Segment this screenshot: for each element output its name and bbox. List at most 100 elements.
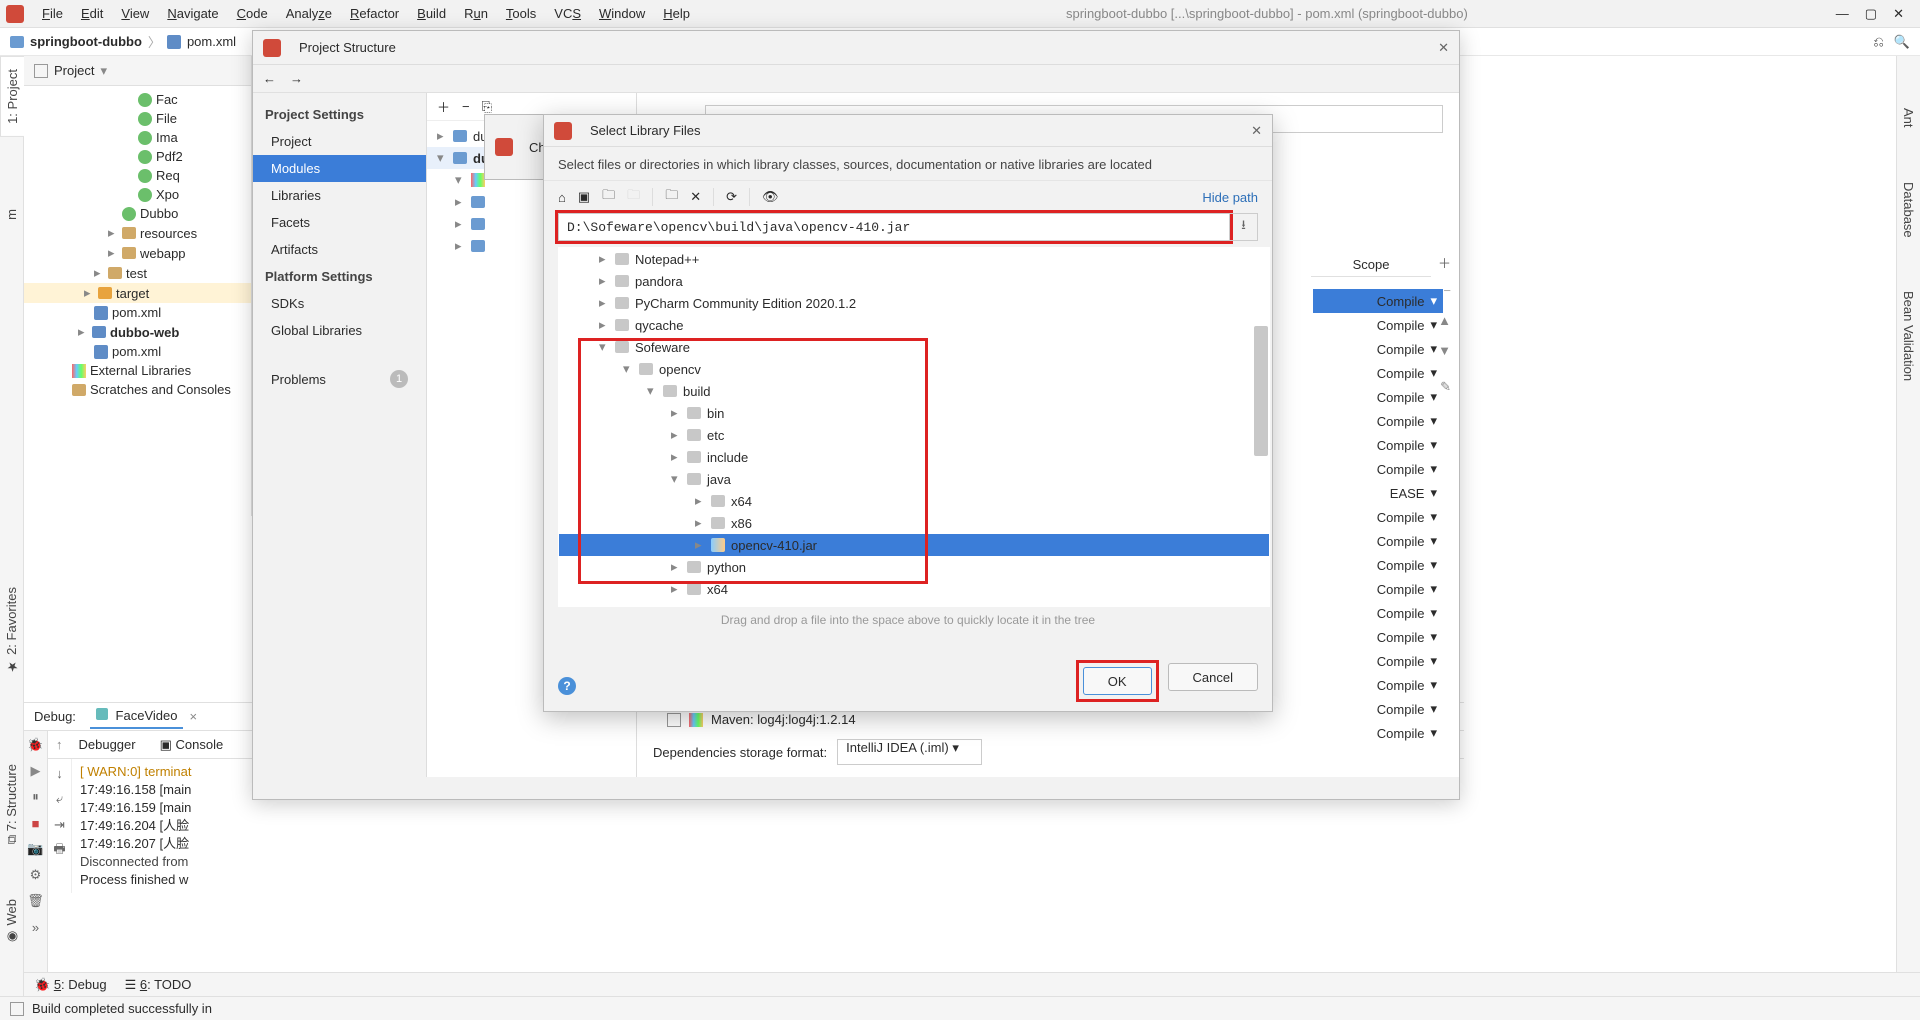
menu-refactor[interactable]: Refactor: [342, 3, 407, 24]
menu-tools[interactable]: Tools: [498, 3, 544, 24]
rail-bean[interactable]: Bean Validation: [1897, 279, 1920, 393]
scope-row[interactable]: Compile▾: [1313, 361, 1443, 385]
add-icon[interactable]: ＋: [437, 97, 450, 116]
more-icon[interactable]: »: [28, 919, 44, 935]
tree-item[interactable]: External Libraries: [24, 361, 251, 380]
tree-item[interactable]: File: [24, 109, 251, 128]
nav-modules[interactable]: Modules: [253, 155, 426, 182]
rail-ant[interactable]: Ant: [1897, 96, 1920, 140]
tree-item[interactable]: ▸webapp: [24, 243, 251, 263]
file-tree-item[interactable]: ▸qycache: [559, 314, 1269, 336]
nav-libraries[interactable]: Libraries: [253, 182, 426, 209]
delete-icon[interactable]: ✕: [690, 189, 701, 205]
file-tree-item[interactable]: ▸Notepad++: [559, 248, 1269, 270]
scope-row[interactable]: Compile▾: [1313, 313, 1443, 337]
forward-icon[interactable]: →: [290, 71, 303, 86]
path-input[interactable]: [558, 213, 1230, 241]
file-tree-item[interactable]: ▸python: [559, 556, 1269, 578]
menu-build[interactable]: Build: [409, 3, 454, 24]
nav-project[interactable]: Project: [253, 128, 426, 155]
camera-icon[interactable]: 📷: [28, 841, 44, 857]
scope-row[interactable]: Compile▾: [1313, 673, 1443, 697]
file-tree-item[interactable]: ▾opencv: [559, 358, 1269, 380]
menu-edit[interactable]: Edit: [73, 3, 111, 24]
tree-item[interactable]: ▸target: [24, 283, 251, 303]
tree-item[interactable]: Fac: [24, 90, 251, 109]
rail-maven[interactable]: m: [0, 197, 23, 232]
rail-project[interactable]: 1: Project: [0, 56, 25, 137]
scrollbar-thumb[interactable]: [1254, 326, 1268, 456]
close-icon[interactable]: ✕: [1251, 123, 1262, 139]
storage-select[interactable]: IntelliJ IDEA (.iml) ▾: [837, 739, 982, 765]
search-icon[interactable]: 🔍: [1894, 34, 1910, 50]
remove-dep-icon[interactable]: −: [1443, 283, 1451, 298]
play-icon[interactable]: ▶: [28, 763, 44, 779]
scope-row[interactable]: Compile▾: [1313, 553, 1443, 577]
file-tree-item[interactable]: ▸x64: [559, 490, 1269, 512]
scope-row[interactable]: Compile▾: [1313, 601, 1443, 625]
file-tree-item[interactable]: ▸x64: [559, 578, 1269, 600]
scope-row[interactable]: Compile▾: [1313, 697, 1443, 721]
nav-problems[interactable]: Problems 1: [253, 364, 426, 394]
download-icon[interactable]: ⭳: [1230, 213, 1258, 241]
tree-item[interactable]: ▸resources: [24, 223, 251, 243]
file-tree-item[interactable]: ▸opencv-410.jar: [559, 534, 1269, 556]
tree-item[interactable]: pom.xml: [24, 303, 251, 322]
scope-row[interactable]: Compile▾: [1313, 433, 1443, 457]
file-tree[interactable]: ▸Notepad++▸pandora▸PyCharm Community Edi…: [558, 247, 1270, 607]
tree-item[interactable]: Dubbo: [24, 204, 251, 223]
ok-button[interactable]: OK: [1083, 667, 1152, 695]
nav-global-libs[interactable]: Global Libraries: [253, 317, 426, 344]
tree-item[interactable]: ▸dubbo-web: [24, 322, 251, 342]
project-header[interactable]: Project: [54, 63, 94, 78]
help-icon[interactable]: ?: [558, 677, 576, 695]
show-hidden-icon[interactable]: 👁: [762, 189, 779, 205]
down-icon[interactable]: ↓: [52, 765, 68, 781]
scope-row[interactable]: Compile▾: [1313, 409, 1443, 433]
menu-window[interactable]: Window: [591, 3, 653, 24]
trash-icon[interactable]: 🗑: [28, 893, 44, 909]
scope-row[interactable]: Compile▾: [1313, 289, 1443, 313]
rail-structure[interactable]: ⧉ 7: Structure: [0, 752, 23, 856]
scope-row[interactable]: Compile▾: [1313, 337, 1443, 361]
tree-item[interactable]: Scratches and Consoles: [24, 380, 251, 399]
nav-facets[interactable]: Facets: [253, 209, 426, 236]
chevron-down-icon[interactable]: ▾: [100, 63, 107, 79]
scope-row[interactable]: EASE▾: [1313, 481, 1443, 505]
tree-item[interactable]: Xpo: [24, 185, 251, 204]
cancel-button[interactable]: Cancel: [1168, 663, 1258, 691]
refresh-icon[interactable]: ⟳: [726, 189, 737, 205]
pause-icon[interactable]: ⏸: [28, 789, 44, 805]
project-view-icon[interactable]: [34, 64, 48, 78]
hide-path-link[interactable]: Hide path: [1202, 190, 1258, 205]
back-icon[interactable]: ←: [263, 71, 276, 86]
bug-icon[interactable]: 🐞: [28, 737, 44, 753]
dep-checkbox[interactable]: [667, 713, 681, 727]
file-tree-item[interactable]: ▾java: [559, 468, 1269, 490]
nav-sdks[interactable]: SDKs: [253, 290, 426, 317]
remove-icon[interactable]: −: [462, 99, 470, 114]
up-icon[interactable]: ↑: [56, 737, 63, 752]
toolbar-icon[interactable]: ⎌: [1873, 34, 1883, 50]
debug-tab-facevideo[interactable]: FaceVideo: [90, 704, 184, 729]
scope-row[interactable]: Compile▾: [1313, 457, 1443, 481]
wrap-icon[interactable]: ⤶: [52, 791, 68, 807]
maximize-icon[interactable]: ▢: [1865, 6, 1877, 22]
nav-artifacts[interactable]: Artifacts: [253, 236, 426, 263]
menu-file[interactable]: File: [34, 3, 71, 24]
settings-icon[interactable]: ⚙: [28, 867, 44, 883]
tree-item[interactable]: Ima: [24, 128, 251, 147]
tab-todo[interactable]: ☰ 6: TODO: [125, 977, 192, 993]
export-icon[interactable]: ⇥: [52, 817, 68, 833]
tab-console[interactable]: ▣ Console: [160, 737, 224, 753]
breadcrumb-root[interactable]: springboot-dubbo: [30, 34, 142, 49]
rail-database[interactable]: Database: [1897, 170, 1920, 250]
tab-debugger[interactable]: Debugger: [79, 737, 136, 752]
tree-item[interactable]: pom.xml: [24, 342, 251, 361]
status-icon[interactable]: [10, 1002, 24, 1016]
close-icon[interactable]: ×: [189, 709, 197, 724]
tree-item[interactable]: Req: [24, 166, 251, 185]
project-icon[interactable]: 🗀: [602, 186, 615, 208]
scope-row[interactable]: Compile▾: [1313, 649, 1443, 673]
scope-row[interactable]: Compile▾: [1313, 721, 1443, 745]
